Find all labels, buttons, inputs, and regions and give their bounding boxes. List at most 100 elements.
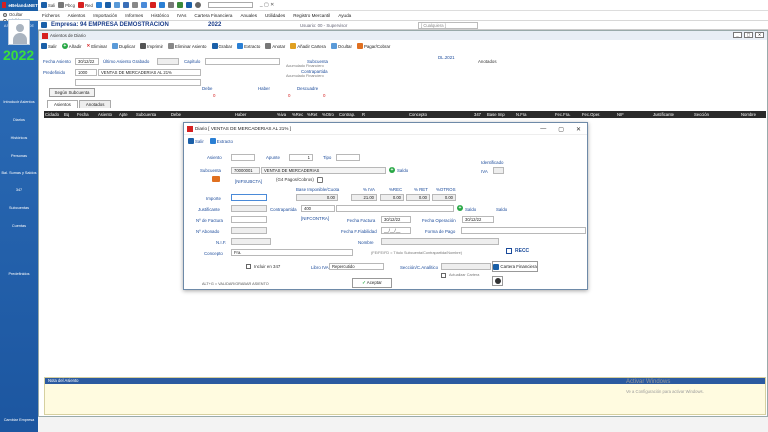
sidebar-item-balance[interactable]: Bal. Sumas y Saldos [0, 171, 38, 175]
menu-ivas[interactable]: IVAs [177, 13, 186, 18]
sidebar-item-347[interactable]: 347 [0, 188, 38, 192]
menu-ficheros[interactable]: Ficheros [42, 13, 60, 18]
diary-icon[interactable] [95, 2, 102, 8]
menu-anuales[interactable]: Anuales [240, 13, 257, 18]
justificante-field[interactable] [231, 205, 267, 212]
apunte-field[interactable]: 1 [289, 154, 313, 161]
seccion-field[interactable] [441, 263, 491, 270]
maximize-button[interactable]: ▢ [744, 32, 753, 38]
tool-ocultar[interactable]: Ocultar [330, 43, 352, 49]
tool-eliminar-asiento[interactable]: Eliminar Asiento [168, 43, 207, 49]
fecha-asiento-field[interactable]: 30/12/22 [75, 58, 99, 65]
col-ciclado[interactable]: Ciclado [45, 112, 59, 117]
col-asiento[interactable]: Asiento [98, 112, 112, 117]
list-icon[interactable] [113, 2, 120, 8]
report-icon[interactable] [158, 2, 165, 8]
fecha-factura-field[interactable]: 30/12/22 [381, 216, 411, 223]
col-bq[interactable]: Bq [64, 112, 69, 117]
toolbar-salir-button[interactable]: Sali [41, 2, 55, 8]
nabonado-field[interactable] [231, 227, 267, 234]
sidebar-item-historicos[interactable]: Históricos [0, 136, 38, 140]
sidebar-item-predefinidos[interactable]: Predefinidos [0, 272, 38, 276]
col-fec-fra[interactable]: Fec.Fra. [555, 112, 571, 117]
cartera-financiera-button[interactable]: Cartera Financiera [492, 261, 538, 272]
col-apte[interactable]: Apte [119, 112, 128, 117]
add-contrapartida-icon[interactable]: + [457, 205, 463, 211]
asiento-field[interactable] [231, 154, 255, 161]
toolbar-red-button[interactable]: Red [77, 2, 93, 8]
menu-asientos[interactable]: Asientos [68, 13, 86, 18]
importe-field[interactable] [231, 194, 267, 201]
tool-pagar-cobrar[interactable]: Pagar/Cobrar [356, 43, 390, 49]
rec-field[interactable]: 0.00 [380, 194, 404, 201]
window-controls[interactable]: _ ▢ ✕ [260, 2, 274, 8]
forma-pago-field[interactable] [461, 227, 586, 234]
col-ret[interactable]: %Ret [307, 112, 317, 117]
ret-field[interactable]: 0.00 [406, 194, 430, 201]
col-347[interactable]: 347 [474, 112, 481, 117]
tipo-field[interactable] [336, 154, 360, 161]
table-icon[interactable] [140, 2, 147, 8]
calc-icon[interactable] [131, 2, 138, 8]
tool-duplicar[interactable]: Duplicar [112, 43, 135, 49]
subcuenta-card-icon[interactable] [212, 176, 220, 182]
predefinido-value-field[interactable]: VENTAS DE MERCADERIAS AL 21% [98, 69, 201, 76]
fecha-fiabilidad-field[interactable]: __/__/__ [381, 227, 411, 234]
tool-grabar[interactable]: Grabar [211, 43, 232, 49]
cartera-extra-button[interactable] [492, 276, 503, 286]
col-otro[interactable]: %Otro [322, 112, 334, 117]
add-subcuenta-icon[interactable]: + [389, 167, 395, 173]
col-rec[interactable]: %Rec [292, 112, 303, 117]
menu-utilidades[interactable]: Utilidades [265, 13, 285, 18]
incluir-347-checkbox[interactable] [246, 264, 251, 269]
tool-eliminar[interactable]: ✕ Eliminar [87, 43, 108, 49]
tool-anadir-cartera[interactable]: Añadir Cartera [290, 43, 326, 49]
segun-subcuenta-button[interactable]: Según Subcuenta [49, 88, 95, 97]
radio-ocultar-dot[interactable] [3, 13, 7, 17]
toolbar-pbcg-button[interactable]: Pbcg [58, 2, 75, 8]
col-seccion[interactable]: Sección [694, 112, 709, 117]
tab-asientos[interactable]: Asientos [47, 100, 78, 108]
predefinido-extra-field[interactable] [75, 79, 201, 86]
col-fec-oper[interactable]: Fec.Oper. [582, 112, 600, 117]
contrapartida-code[interactable]: 400 [301, 205, 335, 212]
fecha-operacion-field[interactable]: 30/12/22 [462, 216, 494, 223]
col-nif[interactable]: NIF [617, 112, 624, 117]
iva-field[interactable]: 21.00 [351, 194, 377, 201]
libro-iva-select[interactable]: Repercutido [329, 263, 384, 270]
col-contrap[interactable]: Contrap. [339, 112, 355, 117]
menu-informes[interactable]: Informes [125, 13, 143, 18]
col-haber[interactable]: Haber [235, 112, 246, 117]
menu-historico[interactable]: Histórico [151, 13, 169, 18]
menu-registro[interactable]: Registro Mercantil [293, 13, 330, 18]
col-iva[interactable]: %iva [277, 112, 286, 117]
capitulo-select[interactable] [205, 58, 280, 65]
menu-importacion[interactable]: Importación [93, 13, 117, 18]
col-base-imp[interactable]: Base Imp [487, 112, 505, 117]
settings-icon[interactable] [194, 2, 201, 8]
col-debe[interactable]: Debe [171, 112, 181, 117]
sidebar-item-introducir[interactable]: Introducir Asientos [0, 100, 38, 104]
nombre-field[interactable] [381, 238, 499, 245]
menu-ayuda[interactable]: Ayuda [338, 13, 351, 18]
back-icon[interactable] [41, 22, 47, 28]
dlg-subcuenta-name[interactable]: VENTAS DE MERCADERIAS [261, 167, 386, 174]
tool-anotar[interactable]: Anotar [265, 43, 285, 49]
dialog-close-button[interactable]: ✕ [576, 126, 581, 133]
bars-icon[interactable] [122, 2, 129, 8]
menu-cartera[interactable]: Cartera Financiera [194, 13, 232, 18]
col-justificante[interactable]: Justificante [653, 112, 674, 117]
stats-icon[interactable] [167, 2, 174, 8]
col-fecha[interactable]: Fecha [77, 112, 89, 117]
col-r[interactable]: R [362, 112, 365, 117]
otros-field[interactable]: 0.00 [432, 194, 456, 201]
sidebar-item-diarios[interactable]: Diarios [0, 118, 38, 122]
base-field[interactable]: 0.00 [296, 194, 338, 201]
dialog-salir-button[interactable]: Salir [188, 138, 204, 144]
actualizar-cartera-checkbox[interactable] [441, 273, 446, 278]
grid-icon[interactable] [104, 2, 111, 8]
concepto-field[interactable]: Fra. [231, 249, 353, 256]
col-nombre[interactable]: Nombre [741, 112, 756, 117]
recc-checkbox[interactable] [506, 248, 512, 254]
close-button[interactable]: ✕ [755, 32, 764, 38]
